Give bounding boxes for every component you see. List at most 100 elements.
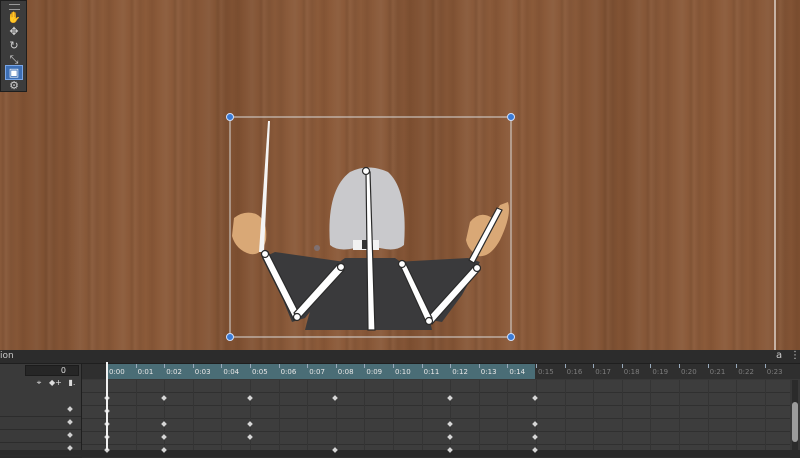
ruler-tick-label: 0:06: [280, 368, 297, 376]
ruler-tick-label: 0:13: [480, 368, 497, 376]
ruler-tick-label: 0:05: [252, 368, 268, 376]
rect-tool-icon[interactable]: ▣: [5, 65, 23, 80]
grid-line: [421, 380, 423, 450]
ruler-tick-line: [393, 364, 394, 368]
timeline-title: ion: [0, 351, 14, 361]
hand-tool-icon[interactable]: ✋: [6, 11, 22, 24]
ruler-tick-line: [593, 364, 595, 368]
ruler-tick-label: 0:15: [538, 368, 554, 376]
ruler-tick-label: 0:03: [194, 368, 211, 376]
ruler-tick-line: [421, 364, 423, 368]
ruler-tick-line: [507, 364, 509, 368]
grid-line: [507, 380, 509, 450]
ruler-tick-label: 0:17: [595, 368, 611, 376]
grid-line: [593, 380, 595, 450]
ruler-tick-label: 0:08: [337, 368, 354, 376]
timeline-panel: ion a ⋮ 0 ⌖ ◆+ ▮. 0:00 0:01 0:02 0:03 0:04 0:…: [0, 350, 800, 458]
ruler-tick-label: 0:20: [681, 368, 697, 376]
grid-line: [335, 380, 337, 450]
ruler-tick-label: 0:12: [452, 368, 468, 376]
ruler-tick-label: 0:02: [166, 368, 182, 376]
track-label[interactable]: [0, 404, 81, 417]
ruler-tick-line: [650, 364, 652, 368]
selection-handle-tl: [226, 113, 234, 121]
lock-icon[interactable]: a: [776, 350, 782, 361]
ruler-tick-line: [250, 364, 251, 368]
timeline-ruler[interactable]: 0:00 0:01 0:02 0:03 0:04 0:05 0:06 0:07 0:08 0:09…: [82, 364, 800, 379]
track-label[interactable]: [0, 430, 81, 443]
selection-handle-tr: [507, 113, 515, 121]
canvas-viewport[interactable]: ✋ ✥ ↻ ⤡ ▣ ⚙: [0, 0, 800, 350]
ruler-tick-line: [536, 364, 537, 368]
grid-line: [707, 380, 709, 450]
ruler-tick-label: 0:21: [709, 368, 726, 376]
ruler-tick-label: 0:11: [423, 368, 440, 376]
grid-line: [536, 380, 537, 450]
ruler-tick-label: 0:10: [395, 368, 411, 376]
track-label[interactable]: [0, 417, 81, 430]
current-frame-field[interactable]: 0: [25, 365, 79, 376]
selection-handle-br: [507, 333, 515, 341]
timeline-scrollbar[interactable]: [792, 380, 798, 450]
ruler-tick-line: [736, 364, 738, 368]
add-key-icon[interactable]: ◆+: [49, 378, 62, 389]
move-tool-icon[interactable]: ✥: [6, 25, 22, 38]
ruler-tick-label: 0:22: [738, 368, 754, 376]
ruler-tick-label: 0:14: [509, 368, 526, 376]
track-row[interactable]: [82, 445, 790, 458]
grid-line: [393, 380, 394, 450]
grid-line: [650, 380, 652, 450]
ruler-tick-label: 0:00: [109, 368, 125, 376]
playhead[interactable]: [106, 362, 108, 450]
ruler-tick-line: [450, 364, 452, 368]
selection-handle-bl: [226, 333, 234, 341]
track-row[interactable]: [82, 432, 790, 445]
ruler-tick-line: [164, 364, 166, 368]
grid-line: [278, 380, 280, 450]
track-row[interactable]: [82, 380, 790, 393]
key-options-icon[interactable]: ▮.: [66, 378, 78, 389]
ruler-tick-line: [564, 364, 566, 368]
rotate-tool-icon[interactable]: ↻: [6, 39, 22, 52]
track-list: 0 ⌖ ◆+ ▮.: [0, 364, 82, 456]
grid-line: [192, 380, 194, 450]
ruler-tick-line: [364, 364, 366, 368]
ruler-tick-line: [679, 364, 680, 368]
bone-tool-icon[interactable]: ⚙: [6, 79, 22, 92]
track-row[interactable]: [82, 419, 790, 432]
ruler-tick-label: 0:01: [137, 368, 154, 376]
ruler-tick-line: [478, 364, 480, 368]
ruler-tick-label: 0:23: [766, 368, 783, 376]
ruler-tick-line: [764, 364, 766, 368]
ruler-tick-label: 0:07: [309, 368, 325, 376]
grid-line: [764, 380, 766, 450]
grid-line: [307, 380, 309, 450]
ruler-tick-line: [192, 364, 194, 368]
ruler-tick-line: [621, 364, 623, 368]
conductor-baton: [259, 121, 270, 252]
toolbox-grip[interactable]: [9, 4, 20, 10]
ruler-tick-line: [335, 364, 337, 368]
ruler-tick-label: 0:04: [223, 368, 240, 376]
keyframe-tracks[interactable]: [82, 380, 795, 458]
ruler-tick-label: 0:09: [366, 368, 383, 376]
grid-line: [679, 380, 680, 450]
grid-line: [221, 380, 223, 450]
ruler-tick-line: [135, 364, 137, 368]
toolbox-panel: ✋ ✥ ↻ ⤡ ▣ ⚙: [0, 0, 27, 92]
scrollbar-thumb[interactable]: [792, 402, 798, 442]
timeline-header: ion a ⋮: [0, 350, 800, 364]
center-key-icon[interactable]: ⌖: [33, 378, 45, 389]
grid-line: [478, 380, 480, 450]
pivot-point: [314, 245, 320, 251]
grid-line: [621, 380, 623, 450]
track-row[interactable]: [82, 406, 790, 419]
ruler-tick-line: [707, 364, 709, 368]
ruler-tick-line: [221, 364, 223, 368]
scale-tool-icon[interactable]: ⤡: [6, 53, 22, 66]
puppet-character[interactable]: [0, 0, 800, 350]
track-row[interactable]: [82, 393, 790, 406]
ruler-tick-label: 0:19: [652, 368, 669, 376]
ruler-tick-line: [278, 364, 280, 368]
panel-menu-icon[interactable]: ⋮: [790, 350, 800, 361]
